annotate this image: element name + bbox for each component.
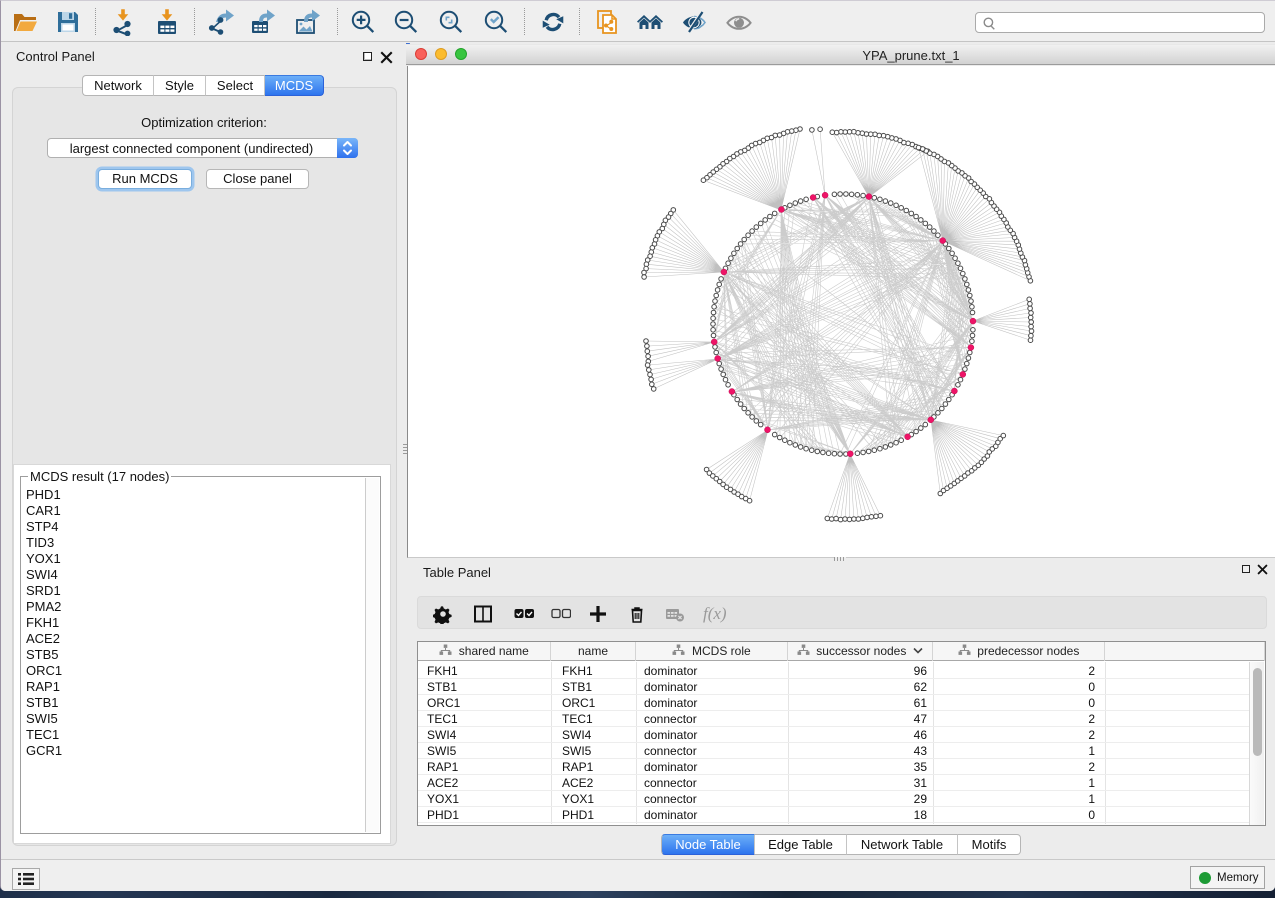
- svg-text:f(x): f(x): [703, 604, 727, 623]
